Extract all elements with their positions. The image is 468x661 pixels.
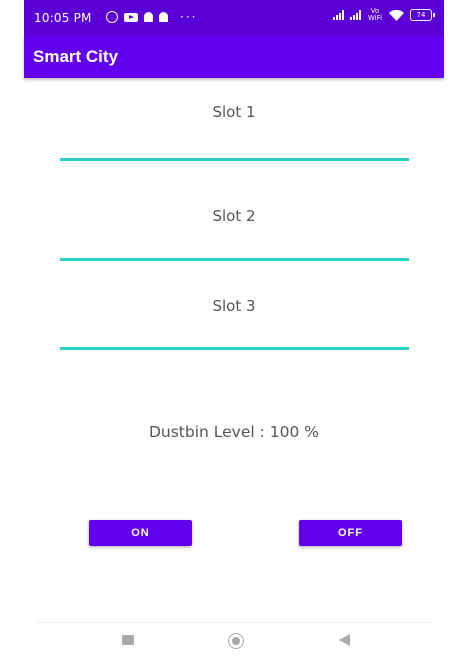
status-left-icons: ···: [106, 10, 197, 24]
app-bar: Smart City: [24, 36, 444, 78]
off-button[interactable]: OFF: [299, 520, 402, 546]
more-notifications-icon: ···: [180, 10, 198, 24]
snapchat-icon: [144, 12, 153, 22]
snapchat-icon: [159, 12, 168, 22]
app-screen: 10:05 PM ··· Vo WiFi 74 Smart City Slot …: [0, 0, 468, 661]
signal-icon: [333, 10, 344, 20]
status-bar: 10:05 PM ··· Vo WiFi 74: [24, 0, 444, 36]
slot-1-label: Slot 1: [212, 103, 256, 121]
on-button[interactable]: ON: [89, 520, 192, 546]
dustbin-level-text: Dustbin Level : 100 %: [148, 423, 320, 441]
slot-3-divider: [60, 347, 409, 350]
slot-2-label: Slot 2: [212, 207, 256, 225]
slot-2-divider: [60, 258, 409, 261]
navigation-bar: [24, 623, 444, 661]
app-title: Smart City: [33, 47, 119, 66]
youtube-icon: [124, 12, 138, 22]
recents-icon[interactable]: [122, 635, 134, 645]
back-icon[interactable]: [339, 634, 350, 646]
status-time: 10:05 PM: [34, 11, 92, 25]
volte-wifi-icon: Vo WiFi: [367, 7, 383, 22]
home-icon[interactable]: [228, 633, 244, 649]
battery-icon: 74: [410, 9, 435, 21]
slot-1-divider: [60, 158, 409, 161]
wifi-icon: [389, 9, 404, 21]
alarm-icon: [106, 11, 118, 23]
signal-icon: [350, 10, 361, 20]
slot-3-label: Slot 3: [212, 297, 256, 315]
status-right-icons: Vo WiFi 74: [333, 7, 435, 22]
